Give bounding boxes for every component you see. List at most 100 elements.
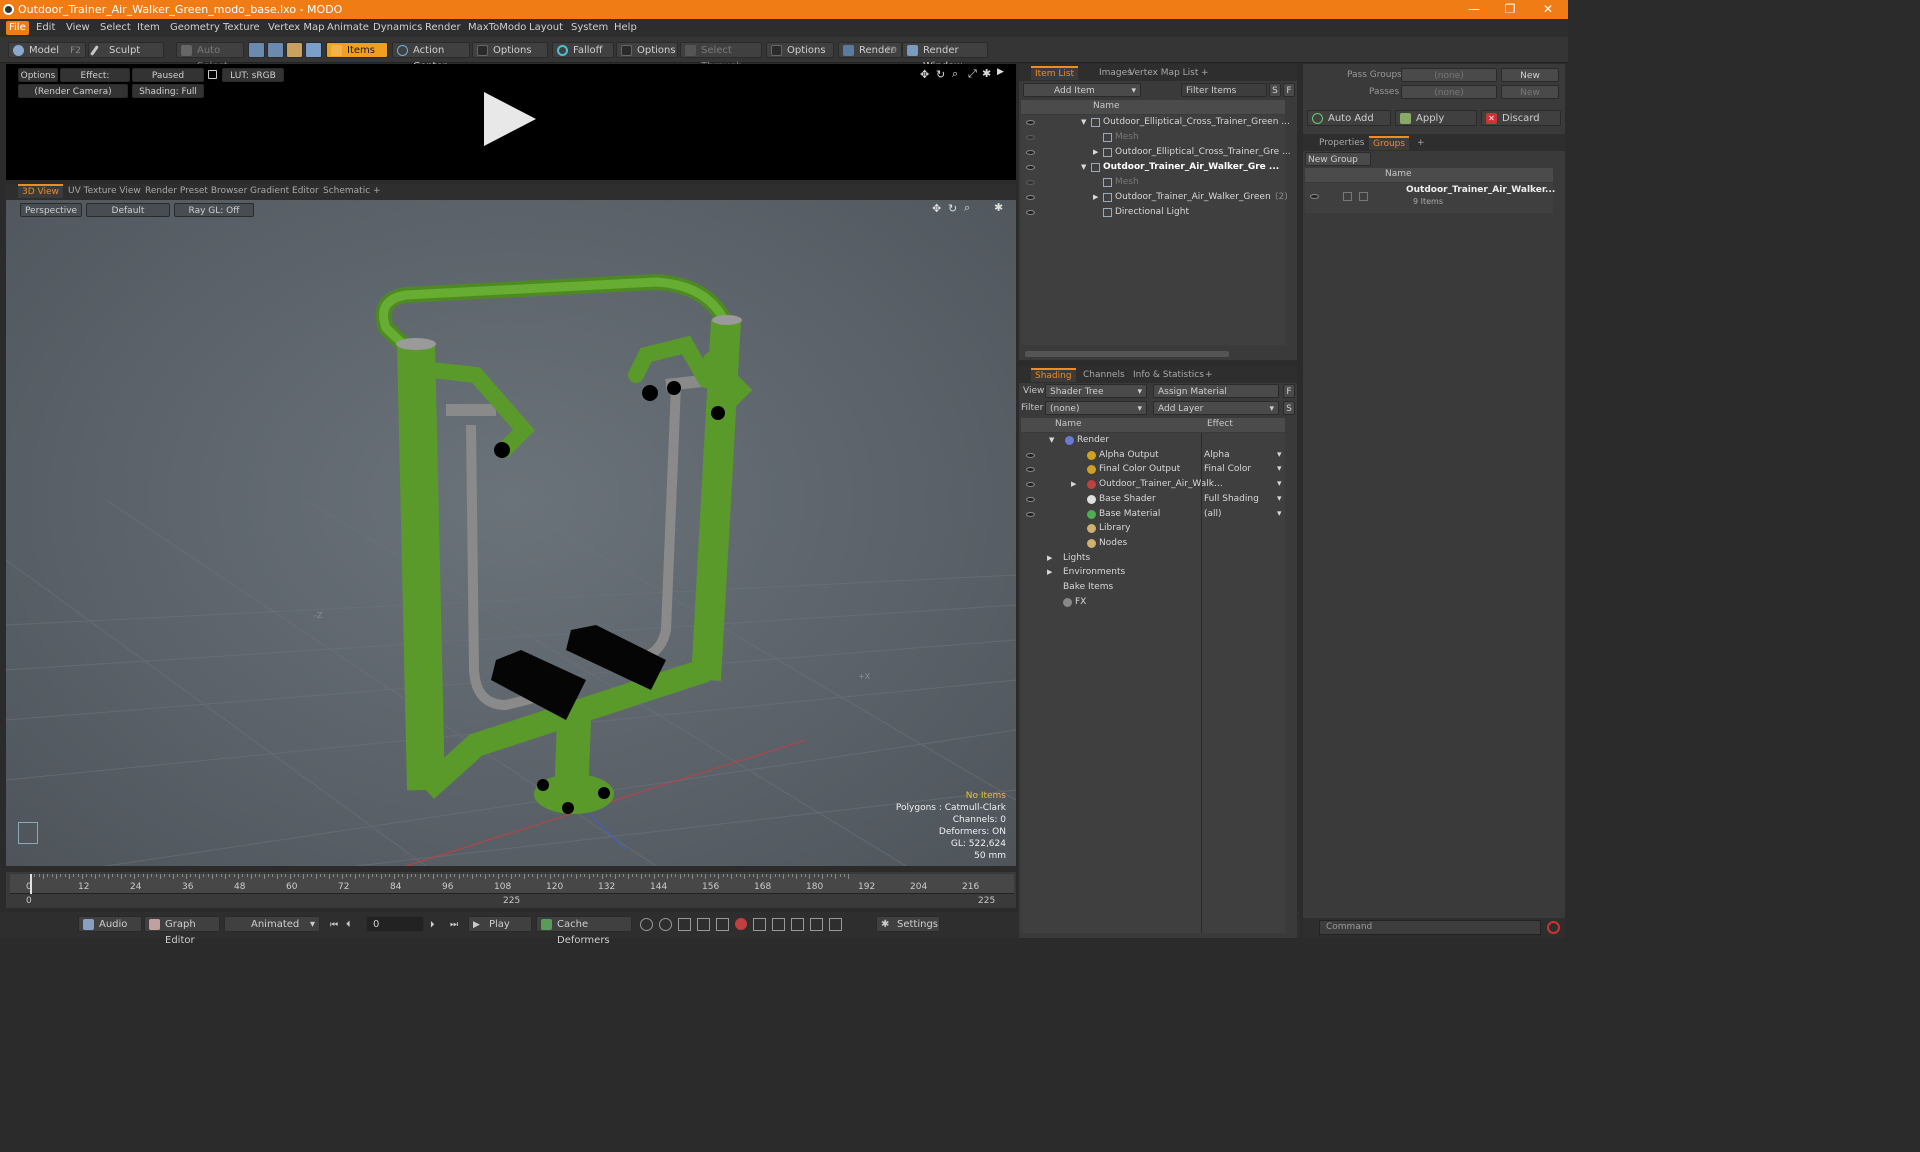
eye-icon[interactable] <box>1026 180 1035 185</box>
eye-icon[interactable] <box>1310 194 1319 199</box>
auto-select-button[interactable]: Auto Select <box>176 42 244 72</box>
shader-effect-value[interactable]: (all) <box>1204 507 1222 522</box>
tab-uv-texture-view[interactable]: UV Texture View <box>64 184 145 198</box>
record-icon[interactable] <box>735 918 747 930</box>
add-layer-dropdown[interactable]: Add Layer ▾ <box>1153 401 1279 415</box>
eye-icon[interactable] <box>1026 120 1035 125</box>
tab-shading[interactable]: Shading <box>1031 368 1076 382</box>
tab-add[interactable]: + <box>1197 66 1213 80</box>
cache-deformers-button[interactable]: Cache Deformers <box>536 916 632 946</box>
menu-arrow-icon[interactable]: ▶ <box>997 67 1004 77</box>
expand-arrow-icon[interactable]: ▼ <box>1081 160 1086 175</box>
polygons-mode-button[interactable] <box>286 42 303 58</box>
preview-effect-dropdown[interactable]: Effect: (Shadi... <box>60 68 130 95</box>
render-camera-dropdown[interactable]: (Render Camera) <box>18 84 128 98</box>
auto-add-button[interactable]: Auto Add <box>1307 110 1391 126</box>
command-input[interactable]: Command <box>1319 920 1541 935</box>
sculpt-mode-button[interactable]: Sculpt <box>88 42 164 58</box>
item-list-row[interactable]: Mesh <box>1021 130 1285 145</box>
play-icon[interactable] <box>484 92 536 146</box>
menu-layout[interactable]: Layout <box>526 19 566 37</box>
render-window-button[interactable]: Render Window <box>902 42 988 72</box>
chevron-down-icon[interactable]: ▾ <box>1277 462 1282 477</box>
shader-tree-row[interactable]: Alpha Output Alpha ▾ <box>1021 448 1285 463</box>
menu-item[interactable]: Item <box>134 19 163 37</box>
eye-icon[interactable] <box>1026 150 1035 155</box>
pass-groups-dropdown[interactable]: (none) <box>1401 68 1497 82</box>
command-history-icon[interactable] <box>1547 921 1560 934</box>
settings-button[interactable]: ✱ Settings <box>876 916 940 932</box>
shader-tree-row[interactable]: Library <box>1021 521 1285 536</box>
menu-file[interactable]: File <box>6 21 29 35</box>
key-icon[interactable] <box>753 918 766 931</box>
render-button[interactable]: Render F9 <box>838 42 902 58</box>
skip-start-icon[interactable]: ⏮ <box>330 920 338 930</box>
key-icon[interactable] <box>716 918 729 931</box>
tab-vertex-map-list[interactable]: Vertex Map List <box>1125 66 1202 80</box>
menu-view[interactable]: View <box>63 19 93 37</box>
new-pass-group-button[interactable]: New <box>1501 68 1559 82</box>
item-list-row[interactable]: ▶ Outdoor_Trainer_Air_Walker_Green (2) <box>1021 190 1288 205</box>
3d-viewport[interactable]: Perspective Default Ray GL: Off ✥ ↻ ⌕ ✱ … <box>6 200 1016 866</box>
view-dropdown[interactable]: Shader Tree ▾ <box>1045 384 1147 398</box>
shader-tree-row[interactable]: Bake Items <box>1021 580 1285 595</box>
item-list-row[interactable]: Directional Light <box>1021 205 1285 220</box>
menu-edit[interactable]: Edit <box>33 19 58 37</box>
expand-arrow-icon[interactable]: ▶ <box>1047 551 1052 566</box>
shading-s-button[interactable]: S <box>1283 401 1295 415</box>
tab-schematic[interactable]: Schematic <box>319 184 374 198</box>
horizontal-scrollbar[interactable] <box>1025 351 1229 357</box>
shader-effect-value[interactable]: Full Shading <box>1204 492 1259 507</box>
new-group-button[interactable]: New Group <box>1305 152 1371 166</box>
filter-dropdown[interactable]: (none) ▾ <box>1045 401 1147 415</box>
add-item-dropdown[interactable]: Add Item ▾ <box>1023 83 1141 97</box>
checkbox-icon[interactable] <box>1359 192 1368 201</box>
expand-arrow-icon[interactable]: ▶ <box>1071 477 1076 492</box>
tab-groups[interactable]: Groups <box>1369 136 1410 150</box>
key-icon[interactable] <box>772 918 785 931</box>
key-prev-icon[interactable] <box>678 918 691 931</box>
expand-arrow-icon[interactable]: ▶ <box>1047 565 1052 580</box>
shader-tree-row[interactable]: Final Color Output Final Color ▾ <box>1021 462 1285 477</box>
eye-icon[interactable] <box>1026 452 1035 458</box>
expand-arrow-icon[interactable]: ▼ <box>1049 433 1054 448</box>
key-tool-icon[interactable] <box>659 918 672 931</box>
key-icon[interactable] <box>810 918 823 931</box>
filter-items-input[interactable]: Filter Items <box>1181 83 1267 97</box>
apply-button[interactable]: Apply <box>1395 110 1477 126</box>
tab-channels[interactable]: Channels <box>1079 368 1129 382</box>
expand-arrow-icon[interactable]: ▶ <box>1093 190 1098 205</box>
eye-icon[interactable] <box>1026 135 1035 140</box>
shader-tree-row[interactable]: ▶ Environments <box>1021 565 1285 580</box>
key-icon[interactable] <box>791 918 804 931</box>
tab-add[interactable]: + <box>369 184 385 198</box>
menu-render[interactable]: Render <box>422 19 464 37</box>
key-tool-icon[interactable] <box>640 918 653 931</box>
tab-item-list[interactable]: Item List <box>1031 66 1079 80</box>
eye-icon[interactable] <box>1026 467 1035 473</box>
menu-texture[interactable]: Texture <box>220 19 263 37</box>
materials-mode-button[interactable] <box>305 42 322 58</box>
group-row[interactable]: Outdoor_Trainer_Air_Walker... 9 Items <box>1305 183 1555 213</box>
key-next-icon[interactable] <box>697 918 710 931</box>
expand-arrow-icon[interactable]: ▶ <box>1093 145 1098 160</box>
filter-s-button[interactable]: S <box>1269 83 1281 97</box>
discard-button[interactable]: ✕ Discard <box>1481 110 1561 126</box>
shader-effect-value[interactable]: Alpha <box>1204 448 1230 463</box>
chevron-down-icon[interactable]: ▾ <box>1277 507 1282 522</box>
shader-tree-row[interactable]: ▶ Lights <box>1021 551 1285 566</box>
eye-icon[interactable] <box>1026 482 1035 488</box>
menu-dynamics[interactable]: Dynamics <box>370 19 425 37</box>
eye-icon[interactable] <box>1026 165 1035 170</box>
tab-properties[interactable]: Properties <box>1315 136 1368 150</box>
item-list-row[interactable]: Mesh <box>1021 175 1285 190</box>
passes-dropdown[interactable]: (none) <box>1401 85 1497 99</box>
tab-add[interactable]: + <box>1413 136 1429 150</box>
default-style-dropdown[interactable]: Default <box>86 203 170 217</box>
menu-system[interactable]: System <box>568 19 611 37</box>
minimize-button[interactable]: — <box>1456 0 1492 19</box>
shader-tree-row[interactable]: FX <box>1021 595 1285 610</box>
lock-icon[interactable] <box>208 70 217 79</box>
filter-f-button[interactable]: F <box>1283 83 1295 97</box>
zoom-icon[interactable]: ⌕ <box>964 201 970 215</box>
